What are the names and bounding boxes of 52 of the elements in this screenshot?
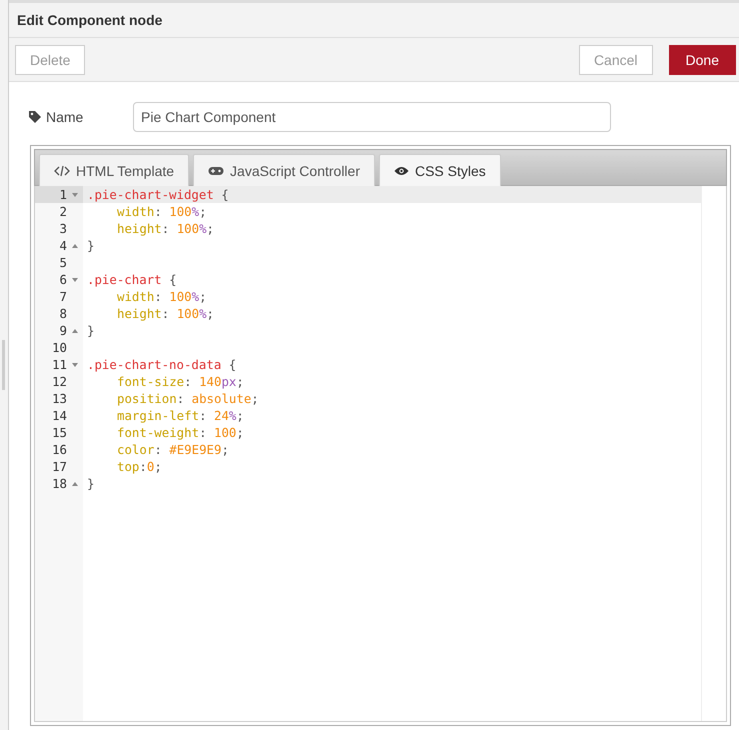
line-number: 13 bbox=[51, 390, 67, 407]
line-number: 16 bbox=[51, 441, 67, 458]
unfold-icon[interactable] bbox=[72, 482, 78, 486]
line-number: 12 bbox=[51, 373, 67, 390]
code-line: height: 100%; bbox=[116, 306, 214, 321]
code-line: .pie-chart-widget { bbox=[86, 187, 229, 202]
line-number: 18 bbox=[51, 475, 67, 492]
code-line: font-size: 140px; bbox=[116, 374, 244, 389]
unfold-icon[interactable] bbox=[72, 244, 78, 248]
eye-icon bbox=[394, 166, 409, 176]
line-number: 9 bbox=[58, 322, 67, 339]
line-number: 10 bbox=[51, 339, 67, 356]
line-number: 2 bbox=[58, 203, 67, 220]
line-number: 14 bbox=[51, 407, 67, 424]
code-line: .pie-chart { bbox=[86, 272, 177, 287]
line-number: 1 bbox=[58, 186, 67, 203]
code-line: height: 100%; bbox=[116, 221, 214, 236]
line-number: 3 bbox=[58, 220, 67, 237]
code-line: width: 100%; bbox=[116, 204, 207, 219]
code-line: color: #E9E9E9; bbox=[116, 442, 229, 457]
code-line: position: absolute; bbox=[116, 391, 259, 406]
code-icon bbox=[54, 165, 70, 177]
line-number: 6 bbox=[58, 271, 67, 288]
field-label: Name bbox=[46, 109, 84, 125]
fold-icon[interactable] bbox=[72, 192, 78, 196]
code-line: margin-left: 24%; bbox=[116, 408, 244, 423]
name-field[interactable]: Pie Chart Component bbox=[133, 102, 611, 132]
editor-tab[interactable]: JavaScript Controller bbox=[193, 154, 375, 187]
unfold-icon[interactable] bbox=[72, 328, 78, 332]
code-line: font-weight: 100; bbox=[116, 425, 244, 440]
code-line: } bbox=[86, 238, 94, 253]
tag-icon bbox=[29, 111, 41, 123]
code-line: top:0; bbox=[116, 459, 162, 474]
line-number: 17 bbox=[51, 458, 67, 475]
done-button[interactable]: Done bbox=[668, 44, 736, 74]
line-number: 7 bbox=[58, 288, 67, 305]
code-line: .pie-chart-no-data { bbox=[86, 357, 236, 372]
line-number: 11 bbox=[51, 356, 67, 373]
code-line: } bbox=[86, 323, 94, 338]
fold-icon[interactable] bbox=[72, 362, 78, 366]
code-line: } bbox=[86, 476, 94, 491]
line-number: 8 bbox=[58, 305, 67, 322]
editor-tab[interactable]: CSS Styles bbox=[378, 154, 501, 187]
line-number: 15 bbox=[51, 424, 67, 441]
editor-tab[interactable]: HTML Template bbox=[39, 154, 190, 187]
line-number: 4 bbox=[58, 237, 67, 254]
fold-icon[interactable] bbox=[72, 278, 78, 282]
dialog-title: Edit Component node bbox=[17, 12, 162, 28]
resize-handle[interactable] bbox=[2, 340, 5, 390]
code-line: width: 100%; bbox=[116, 289, 207, 304]
gamepad-icon bbox=[208, 166, 224, 176]
line-number: 5 bbox=[58, 254, 67, 271]
